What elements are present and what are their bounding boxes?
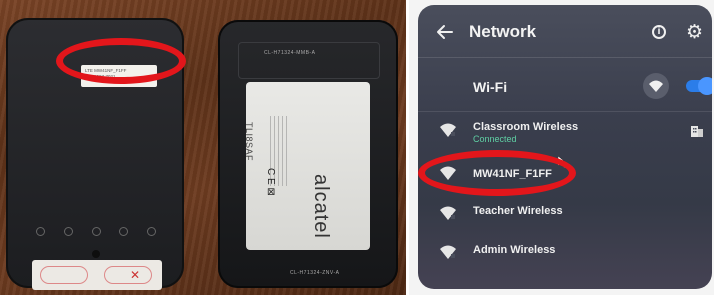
wifi-toggle[interactable] — [686, 77, 712, 95]
network-item[interactable]: Admin Wireless — [418, 239, 712, 269]
wifi-icon — [440, 206, 456, 220]
network-status: Connected — [473, 134, 517, 144]
highlight-circle-network — [418, 150, 576, 196]
battery-certification-marks: C E ⊠ — [265, 168, 276, 196]
divider — [418, 111, 712, 112]
device-model-top: CL-H71324-MMB-A — [264, 50, 316, 56]
hotspot-device: CL-H71324-MMB-A TLI8SAF C E ⊠ alcatel CL… — [218, 20, 398, 288]
highlight-circle-label — [56, 38, 186, 84]
network-name: Teacher Wireless — [473, 205, 563, 217]
back-arrow-icon[interactable] — [436, 23, 454, 41]
network-item[interactable]: Teacher Wireless — [418, 200, 712, 230]
x-mark-icon: ✕ — [130, 268, 141, 282]
top-bar: Network ⚙ — [418, 5, 712, 57]
info-icon[interactable] — [652, 25, 666, 39]
toggle-knob — [698, 77, 712, 95]
hotspot-photo: LTE MW41NF_F1FF Pin: 1997-7021 ✕ CL-H713… — [0, 0, 406, 295]
wifi-icon — [440, 123, 456, 137]
page-title: Network — [469, 22, 537, 41]
device-model-bottom: CL-H71324-ZNV-A — [290, 270, 340, 276]
contact-pad-left — [40, 266, 88, 284]
regulatory-icon — [91, 226, 101, 236]
wifi-label: Wi-Fi — [473, 79, 508, 95]
contact-pads: ✕ — [32, 260, 162, 290]
enterprise-icon — [691, 126, 703, 137]
regulatory-icon — [36, 226, 45, 236]
wifi-toggle-row[interactable]: Wi-Fi — [418, 65, 712, 109]
battery-brand-logo: alcatel — [310, 174, 332, 239]
network-name: Admin Wireless — [473, 244, 556, 256]
network-item[interactable]: Classroom Wireless Connected — [418, 117, 712, 147]
network-screen: Network ⚙ Wi-Fi Classroom Wireless — [418, 5, 712, 289]
sim-slot-frame — [238, 42, 380, 79]
gear-icon[interactable]: ⚙ — [686, 21, 703, 43]
divider — [418, 57, 712, 58]
regulatory-icon — [63, 226, 73, 236]
network-settings-photo: Network ⚙ Wi-Fi Classroom Wireless — [409, 0, 714, 295]
wifi-add-icon — [649, 80, 667, 92]
bin-icon — [147, 226, 156, 236]
add-network-button[interactable] — [643, 73, 669, 99]
contact-pad-right — [104, 266, 152, 284]
reset-hole — [92, 250, 100, 258]
regulatory-marks — [36, 223, 156, 239]
battery-model: TLI8SAF — [244, 122, 254, 162]
wifi-icon — [440, 245, 456, 259]
battery: TLI8SAF C E ⊠ alcatel — [244, 82, 370, 250]
recycle-icon — [119, 226, 129, 236]
network-name: Classroom Wireless — [473, 121, 579, 133]
